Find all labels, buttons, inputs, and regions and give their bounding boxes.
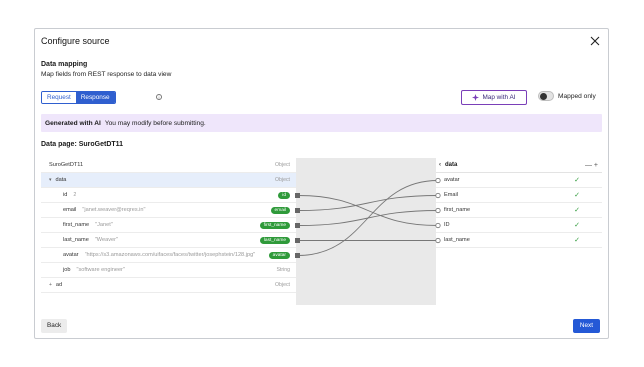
toggle-knob [540,92,547,100]
target-handle[interactable] [435,192,441,199]
source-handle[interactable] [295,223,300,228]
mapping-link[interactable] [297,195,439,211]
mapped-only-label: Mapped only [558,93,596,100]
page-title: Data page: SuroGetDT11 [41,141,124,148]
ai-generated-banner: Generated with AI You may modify before … [41,114,602,132]
mapping-area: SuroGetDT11 Object ▾ data Object id 2 id… [41,158,602,305]
target-handle[interactable] [435,237,441,244]
tab-request[interactable]: Request [42,92,76,103]
info-icon[interactable]: i [156,94,162,100]
close-icon[interactable] [590,36,600,46]
section-title: Data mapping [41,61,88,68]
target-handle[interactable] [435,222,441,229]
source-handle[interactable] [295,238,300,243]
banner-bold: Generated with AI [45,119,101,127]
tab-response[interactable]: Response [75,92,115,103]
request-response-toggle: Request Response [41,91,116,104]
mapping-links [295,177,441,258]
target-handle[interactable] [435,207,441,214]
source-handle[interactable] [295,193,300,198]
banner-text: You may modify before submitting. [104,119,206,127]
section-subtitle: Map fields from REST response to data vi… [41,71,172,78]
mapping-link[interactable] [297,210,439,226]
configure-source-dialog: Configure source Data mapping Map fields… [34,28,609,339]
dialog-title: Configure source [41,36,110,46]
mapping-link[interactable] [297,195,439,226]
back-button[interactable]: Back [41,319,68,333]
map-with-ai-button[interactable]: Map with AI [461,90,527,105]
map-with-ai-label: Map with AI [482,94,516,101]
mapped-only-toggle[interactable] [538,91,554,101]
sparkle-icon [472,94,480,101]
next-button[interactable]: Next [572,319,600,333]
source-handle[interactable] [295,253,300,258]
target-handle[interactable] [435,177,441,184]
source-handle[interactable] [295,208,300,213]
